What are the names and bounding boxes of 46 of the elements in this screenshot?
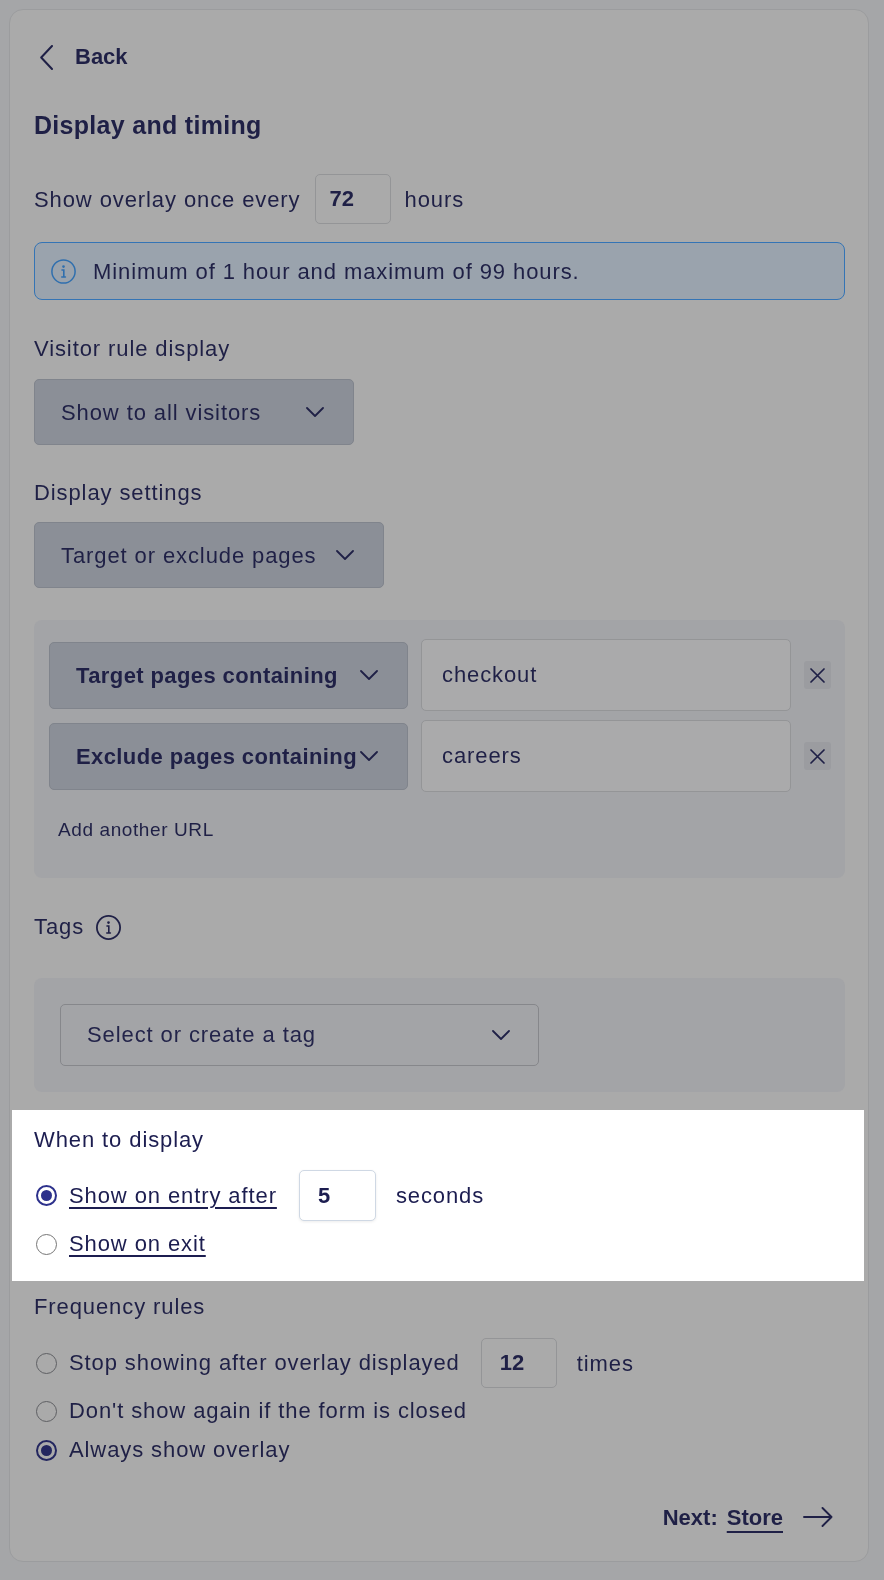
radio-button[interactable]: [36, 1233, 57, 1255]
url-input[interactable]: careers: [421, 720, 791, 792]
option-label[interactable]: Always show overlay: [69, 1436, 291, 1464]
chevron-down-icon: [360, 670, 378, 680]
banner-text: Minimum of 1 hour and maximum of 99 hours.: [93, 257, 580, 286]
chevron-down-icon: [336, 550, 354, 560]
hours-input[interactable]: 72: [314, 174, 391, 224]
close-icon: [810, 748, 825, 764]
section-label: Tags: [34, 913, 85, 941]
section-label: Display settings: [34, 479, 203, 507]
info-icon: [51, 258, 76, 284]
chevron-down-icon: [492, 1030, 510, 1040]
chevron-left-icon: [40, 44, 53, 70]
interval-label: Show overlay once every: [34, 185, 301, 214]
count-input[interactable]: 5: [298, 1170, 376, 1221]
option-label[interactable]: Don't show again if the form is closed: [69, 1397, 467, 1425]
arrow-right-icon[interactable]: [803, 1507, 833, 1527]
chevron-down-icon: [306, 407, 324, 417]
option-label[interactable]: Show on entry after: [69, 1181, 277, 1210]
visitor-rule-dropdown[interactable]: Show to all visitors: [34, 379, 354, 445]
remove-button[interactable]: [804, 661, 831, 689]
display-settings-dropdown[interactable]: Target or exclude pages: [34, 522, 384, 588]
url-input[interactable]: checkout: [421, 639, 791, 711]
radio-button[interactable]: [36, 1185, 57, 1206]
info-icon: [96, 914, 122, 940]
count-input[interactable]: 12: [480, 1338, 557, 1388]
next-step-link[interactable]: Store: [726, 1500, 783, 1534]
back-link[interactable]: Back: [34, 43, 128, 71]
unit-label: times: [576, 1349, 634, 1378]
radio-button[interactable]: [36, 1439, 57, 1461]
page-title: Display and timing: [34, 110, 262, 140]
unit-label: hours: [404, 185, 465, 214]
add-url-link[interactable]: Add another URL: [58, 818, 214, 842]
close-icon: [810, 667, 825, 683]
url-match-dropdown[interactable]: Target pages containing: [49, 641, 408, 709]
section-label: Frequency rules: [34, 1293, 206, 1321]
tag-select[interactable]: Select or create a tag: [60, 1004, 539, 1066]
chevron-down-icon: [360, 751, 378, 761]
url-match-dropdown[interactable]: Exclude pages containing: [49, 722, 408, 790]
next-label: Next:: [662, 1503, 718, 1532]
section-label: Visitor rule display: [34, 335, 231, 363]
remove-button[interactable]: [804, 742, 831, 770]
section-label: When to display: [34, 1126, 205, 1154]
option-label[interactable]: Show on exit: [69, 1230, 206, 1258]
option-label[interactable]: Stop showing after overlay displayed: [69, 1349, 460, 1377]
unit-label: seconds: [395, 1182, 485, 1210]
